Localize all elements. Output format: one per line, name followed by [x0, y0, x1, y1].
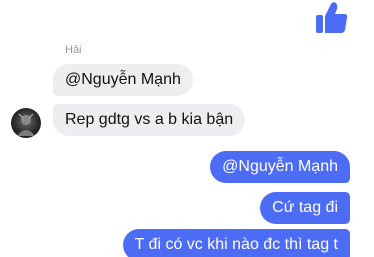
incoming-message-bubble[interactable]: @Nguyễn Mạnh	[53, 64, 193, 96]
thumbs-up-icon[interactable]	[313, 0, 349, 36]
user-avatar[interactable]	[11, 108, 41, 138]
incoming-message-bubble[interactable]: Rep gdtg vs a b kia bận	[53, 104, 246, 136]
outgoing-message-bubble[interactable]: T đi có vc khi nào đc thì tag t	[122, 229, 350, 257]
chat-thread: Hải @Nguyễn Mạnh Rep gdtg vs a b kia bận…	[0, 0, 374, 257]
sender-name: Hải	[65, 44, 82, 56]
outgoing-message-bubble[interactable]: @Nguyễn Mạnh	[210, 151, 350, 183]
outgoing-message-bubble[interactable]: Cứ tag đi	[260, 192, 350, 224]
